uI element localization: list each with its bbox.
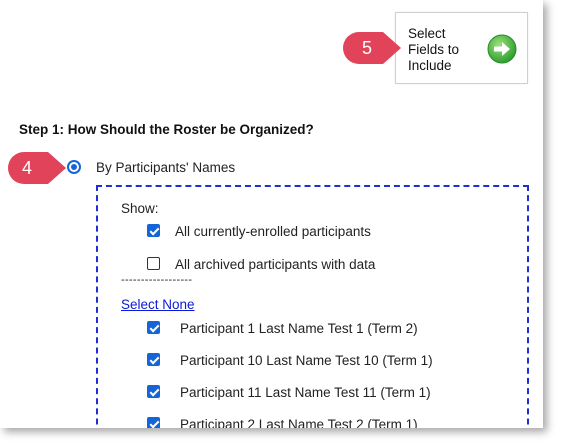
archived-label[interactable]: All archived participants with data (175, 257, 375, 272)
arrow-right-circle-icon (487, 34, 517, 64)
select-fields-button[interactable]: Select Fields to Include (395, 12, 528, 84)
by-names-radio[interactable] (67, 160, 81, 174)
participant-label[interactable]: Participant 10 Last Name Test 10 (Term 1… (180, 353, 433, 368)
select-fields-label: Select Fields to Include (408, 26, 460, 73)
participant-checkbox[interactable] (147, 417, 160, 428)
callout-number: 4 (21, 158, 32, 178)
participant-checkbox[interactable] (147, 353, 160, 366)
select-none-link[interactable]: Select None (121, 297, 195, 312)
step-heading: Step 1: How Should the Roster be Organiz… (19, 122, 314, 137)
participant-checkbox[interactable] (147, 321, 160, 334)
enrolled-label[interactable]: All currently-enrolled participants (175, 224, 371, 239)
participant-label[interactable]: Participant 2 Last Name Test 2 (Term 1) (180, 417, 418, 428)
by-names-label[interactable]: By Participants' Names (96, 160, 235, 175)
show-label: Show: (121, 201, 159, 216)
callout-4: 4 (8, 152, 66, 184)
participant-checkbox[interactable] (147, 385, 160, 398)
callout-number: 5 (361, 38, 372, 58)
archived-checkbox[interactable] (147, 257, 160, 270)
enrolled-checkbox[interactable] (147, 224, 160, 237)
participant-label[interactable]: Participant 1 Last Name Test 1 (Term 2) (180, 321, 418, 336)
participant-label[interactable]: Participant 11 Last Name Test 11 (Term 1… (180, 385, 431, 400)
screenshot-canvas: Select Fields to Include 5 Step 1: How S… (0, 0, 543, 428)
divider-text: ------------------ (121, 274, 193, 286)
callout-5: 5 (343, 32, 401, 64)
